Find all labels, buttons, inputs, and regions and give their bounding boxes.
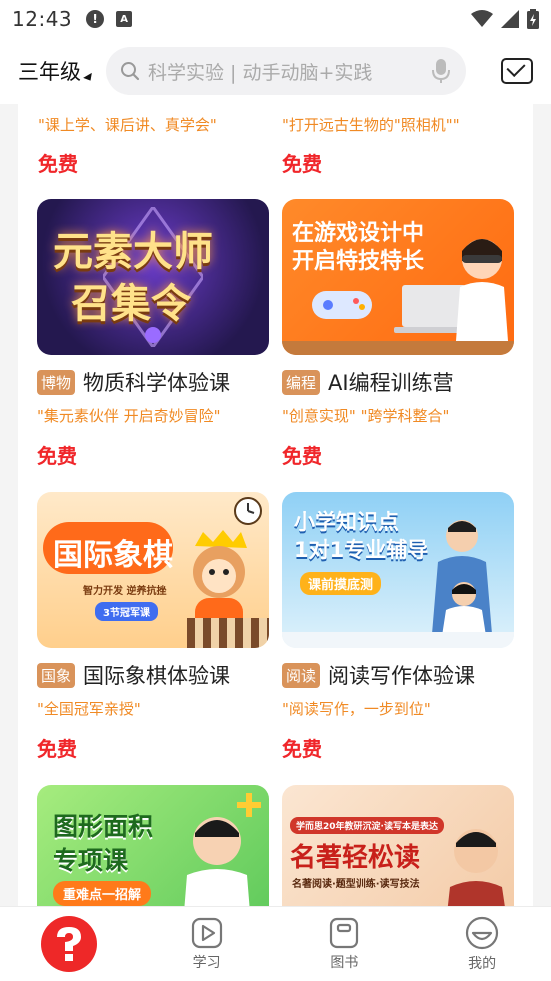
signal-icon: [501, 10, 519, 28]
status-right: [471, 9, 539, 29]
course-tag: 国象: [37, 662, 76, 688]
nav-item-study[interactable]: 学习: [138, 907, 276, 981]
nav-label-profile: 我的: [468, 955, 497, 972]
course-title-row: 阅读 阅读写作体验课: [282, 660, 514, 690]
thumb-headline: 元素大师: [53, 229, 213, 275]
gamepad-icon: [312, 291, 372, 319]
alert-icon: !: [86, 10, 105, 28]
thumb-headline-2: 1对1专业辅导: [294, 538, 429, 562]
course-subtitle: "创意实现" "跨学科整合": [282, 407, 450, 425]
top-header: 三年级 科学实验 | 动手动脑+实践: [0, 38, 551, 104]
child-figure-icon: [456, 239, 508, 341]
grade-selector[interactable]: 三年级: [18, 56, 95, 86]
course-thumbnail[interactable]: 在游戏设计中 开启特技特长: [282, 199, 514, 355]
course-title: AI编程训练营: [328, 371, 454, 395]
thumb-headline-2: 专项课: [53, 846, 129, 875]
course-title: 阅读写作体验课: [328, 664, 476, 688]
course-tag: 博物: [37, 369, 76, 395]
course-tag: 编程: [282, 369, 321, 395]
search-icon: [121, 62, 140, 81]
teacher-portrait-icon: [447, 829, 505, 906]
chessboard-shape: [187, 618, 269, 648]
question-logo-icon: [56, 927, 81, 961]
nav-item-profile[interactable]: 我的: [413, 907, 551, 981]
thumb-badge: 课前摸底测: [300, 572, 382, 595]
thumb-badge: 重难点一招解: [53, 881, 152, 906]
caret-down-icon: [83, 72, 95, 84]
home-logo-button[interactable]: [40, 916, 97, 972]
course-card-geometry[interactable]: 图形面积 专项课 重难点一招解: [37, 785, 269, 906]
course-price: 免费: [282, 444, 322, 468]
thumb-headline: 国际象棋: [53, 538, 173, 573]
book-icon: [330, 917, 359, 948]
course-card-physics[interactable]: 元素大师 召集令 博物 物质科学体验课 "集元素伙伴 开启奇妙冒险" 免费: [37, 199, 269, 469]
mail-icon[interactable]: [501, 58, 533, 84]
clock-icon: [234, 497, 262, 525]
battery-icon: [527, 9, 539, 29]
thumb-headline-2: 召集令: [71, 281, 191, 327]
course-price: 免费: [37, 444, 77, 468]
course-thumbnail[interactable]: 元素大师 召集令: [37, 199, 269, 355]
course-title-row: 编程 AI编程训练营: [282, 367, 514, 397]
nav-label-study: 学习: [192, 954, 221, 971]
course-title: 国际象棋体验课: [83, 664, 231, 688]
course-list: "课上学、课后讲、真学会" 免费 "打开远古生物的"照相机"" 免费 元素大师 …: [18, 104, 533, 906]
nav-home[interactable]: [0, 907, 138, 981]
search-bar[interactable]: 科学实验 | 动手动脑+实践: [106, 47, 466, 95]
course-title-row: 博物 物质科学体验课: [37, 367, 269, 397]
course-thumbnail[interactable]: 图形面积 专项课 重难点一招解: [37, 785, 269, 906]
nav-item-books[interactable]: 图书: [276, 907, 414, 981]
thumb-headline-2: 开启特技特长: [292, 249, 425, 274]
bottom-nav: 学习 图书 我的: [0, 906, 551, 981]
course-price: 免费: [37, 737, 77, 761]
thumb-tagline: 智力开发 逆养抗挫: [83, 586, 167, 597]
course-thumbnail[interactable]: 小学知识点 1对1专业辅导 课前摸底测: [282, 492, 514, 648]
status-bar: 12:43 ! A: [0, 0, 551, 38]
course-card-chess[interactable]: 国际象棋 智力开发 逆养抗挫 3节冠军课 国象 国际象棋体验课 "全国冠军亲授"…: [37, 492, 269, 762]
smile-face-icon: [466, 916, 499, 949]
course-subtitle: "全国冠军亲授": [37, 700, 141, 718]
course-price: 免费: [282, 152, 322, 176]
course-card-coding[interactable]: 在游戏设计中 开启特技特长 编程 AI编程训练营 "创意实现" "跨学科整合" …: [282, 199, 514, 469]
thumb-headline: 小学知识点: [294, 510, 399, 534]
status-time: 12:43: [12, 7, 73, 31]
course-subtitle: "阅读写作，一步到位": [282, 700, 431, 718]
course-price: 免费: [38, 152, 78, 176]
search-input[interactable]: 科学实验 | 动手动脑+实践: [148, 58, 432, 85]
thumb-subline: 名著阅读·题型训练·读写技法: [292, 879, 420, 890]
play-icon: [191, 917, 222, 948]
desk-shape: [282, 341, 514, 355]
course-subtitle: "集元素伙伴 开启奇妙冒险": [37, 407, 221, 425]
thumb-headline: 图形面积: [53, 812, 154, 841]
course-price: 免费: [282, 737, 322, 761]
thumb-badge: 3节冠军课: [95, 602, 158, 621]
wifi-icon: [471, 10, 493, 27]
course-thumbnail[interactable]: 国际象棋 智力开发 逆养抗挫 3节冠军课: [37, 492, 269, 648]
desk-shape: [282, 632, 514, 648]
a-notification-icon: A: [116, 11, 133, 27]
course-card-classics[interactable]: 学而思20年教研沉淀·读写本是表达 名著轻松读 名著阅读·题型训练·读写技法: [282, 785, 514, 906]
microphone-icon[interactable]: [432, 58, 450, 84]
grade-label: 三年级: [18, 60, 81, 84]
thumb-headline: 名著轻松读: [290, 843, 421, 873]
course-title-row: 国象 国际象棋体验课: [37, 660, 269, 690]
course-thumbnail[interactable]: 学而思20年教研沉淀·读写本是表达 名著轻松读 名著阅读·题型训练·读写技法: [282, 785, 514, 906]
boy-figure-icon: [184, 817, 250, 906]
nav-label-books: 图书: [330, 954, 359, 971]
thumb-tagline: 学而思20年教研沉淀·读写本是表达: [290, 817, 444, 834]
course-subtitle: "打开远古生物的"照相机"": [282, 116, 460, 134]
course-tag: 阅读: [282, 662, 321, 688]
student-figure-icon: [442, 582, 486, 636]
course-subtitle: "课上学、课后讲、真学会": [38, 116, 217, 134]
course-title: 物质科学体验课: [83, 371, 231, 395]
course-card-reading[interactable]: 小学知识点 1对1专业辅导 课前摸底测 阅读 阅读写作体验课 "阅读写作，一步到…: [282, 492, 514, 762]
